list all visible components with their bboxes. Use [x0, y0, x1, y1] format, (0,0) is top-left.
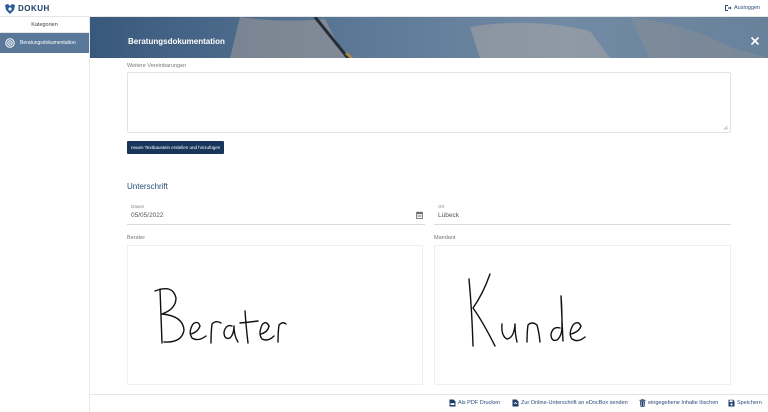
date-value: 05/05/2022: [131, 212, 164, 219]
agreements-label: Weitere Vereinbarungen: [127, 63, 187, 69]
save-icon: [728, 399, 735, 407]
target-icon: [5, 38, 15, 48]
place-field[interactable]: Ort Lübeck: [434, 204, 731, 225]
sidebar-item-beratungsdokumentation[interactable]: Beratungsdokumentation: [0, 33, 89, 53]
delete-inputs-label: eingegebene Inhalte löschen: [648, 400, 719, 406]
sidebar-item-label: Beratungsdokumentation: [20, 40, 76, 46]
online-signature-button[interactable]: Zur Online-Unterschrift an eDocBox sende…: [512, 399, 628, 407]
place-value: Lübeck: [438, 212, 459, 219]
save-label: Speichern: [737, 400, 762, 406]
print-pdf-button[interactable]: Als PDF Drucken: [449, 399, 500, 407]
advisor-signature-drawing: [154, 288, 287, 344]
main-content: Weitere Vereinbarungen neuen Textbaustei…: [90, 58, 768, 391]
resize-handle-icon[interactable]: [723, 125, 728, 130]
logout-icon: [725, 5, 732, 11]
document-send-icon: [512, 399, 519, 407]
save-button[interactable]: Speichern: [728, 399, 762, 407]
logo[interactable]: DOKUH: [4, 2, 50, 15]
logout-label: Ausloggen: [734, 5, 760, 11]
client-signature-pad[interactable]: [434, 245, 731, 385]
online-signature-label: Zur Online-Unterschrift an eDocBox sende…: [521, 400, 628, 406]
top-bar: DOKUH Ausloggen: [0, 0, 768, 17]
banner: Beratungsdokumentation: [90, 17, 768, 58]
date-label: Datum: [131, 204, 145, 209]
trash-icon: [639, 399, 646, 407]
client-label: Mandant: [434, 235, 456, 241]
pdf-icon: [449, 399, 456, 407]
logo-text: DOKUH: [18, 4, 50, 13]
advisor-label: Berater: [127, 235, 146, 241]
sidebar-heading: Kategorien: [0, 17, 89, 33]
bottom-action-bar: Als PDF Drucken Zur Online-Unterschrift …: [90, 394, 768, 412]
place-label: Ort: [438, 204, 445, 209]
delete-inputs-button[interactable]: eingegebene Inhalte löschen: [639, 399, 718, 407]
client-signature-drawing: [468, 273, 586, 347]
create-text-block-button[interactable]: neuen Textbaustein erstellen und hinzufü…: [127, 141, 225, 154]
advisor-signature-pad[interactable]: [127, 245, 423, 385]
date-field[interactable]: Datum 05/05/2022: [127, 204, 425, 225]
logo-icon: [5, 3, 15, 14]
agreements-textarea[interactable]: [127, 72, 731, 133]
print-pdf-label: Als PDF Drucken: [458, 400, 501, 406]
signature-section-title: Unterschrift: [127, 182, 168, 191]
calendar-icon[interactable]: [416, 211, 423, 219]
logout-button[interactable]: Ausloggen: [724, 4, 760, 12]
close-icon[interactable]: [750, 36, 760, 46]
sidebar: Kategorien Beratungsdokumentation: [0, 17, 90, 412]
page-title: Beratungsdokumentation: [128, 37, 225, 46]
